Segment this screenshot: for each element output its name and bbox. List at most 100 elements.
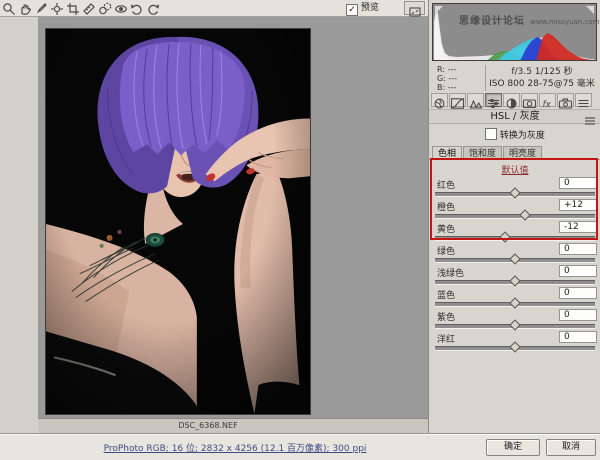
camera-raw-dialog: ✓ 预览 <box>0 0 600 460</box>
r-label: R: <box>437 65 445 74</box>
presets-tab[interactable] <box>575 93 592 107</box>
color-sampler-icon[interactable] <box>50 1 64 15</box>
hsl-slider-value-red[interactable]: 0 <box>559 177 597 189</box>
preview-label: 预览 <box>361 3 379 13</box>
hsl-sliders: 红色 0 橙色 +12 黄色 -12 绿色 0 浅绿色 0 蓝色 0 紫色 0 洋红 0 <box>429 177 600 353</box>
hsl-slider-value-yellow[interactable]: -12 <box>559 221 597 233</box>
hsl-slider-value-green[interactable]: 0 <box>559 243 597 255</box>
watermark-title: 思缘设计论坛 <box>459 16 525 27</box>
exposure-line-1: f/3.5 1/125 秒 <box>487 66 597 78</box>
lens-corrections-tab[interactable] <box>521 93 538 107</box>
fullscreen-toggle-icon <box>409 7 421 17</box>
white-balance-eyedropper-icon[interactable] <box>34 1 48 15</box>
g-value: --- <box>448 74 457 83</box>
hsl-slider-thumb-magenta[interactable] <box>509 341 520 352</box>
hsl-slider-row-aqua: 浅绿色 0 <box>429 265 600 287</box>
hsl-slider-row-orange: 橙色 +12 <box>429 199 600 221</box>
hsl-slider-track-yellow[interactable] <box>435 236 595 241</box>
hsl-slider-track-magenta[interactable] <box>435 346 595 351</box>
hsl-slider-row-purple: 紫色 0 <box>429 309 600 331</box>
tab-saturation[interactable]: 饱和度 <box>463 146 502 159</box>
fullscreen-toggle-button[interactable] <box>404 1 425 15</box>
photo-artwork <box>46 29 310 414</box>
bottom-bar: ProPhoto RGB; 16 位; 2832 x 4256 (12.1 百万… <box>0 433 600 460</box>
exposure-info: f/3.5 1/125 秒 ISO 800 28-75@75 毫米 <box>487 66 597 90</box>
hsl-slider-label-blue: 蓝色 <box>437 288 455 301</box>
cancel-button[interactable]: 取消 <box>546 439 596 456</box>
exposure-line-2: ISO 800 28-75@75 毫米 <box>487 78 597 90</box>
tab-hue[interactable]: 色相 <box>432 146 462 160</box>
hand-tool-icon[interactable] <box>18 1 32 15</box>
rgb-readout: R: --- G: --- B: --- f/3.5 1/125 秒 ISO 8… <box>429 64 600 92</box>
hsl-slider-label-red: 红色 <box>437 178 455 191</box>
hsl-slider-label-green: 绿色 <box>437 244 455 257</box>
red-eye-removal-icon[interactable] <box>114 1 128 15</box>
ok-button[interactable]: 确定 <box>486 439 540 456</box>
hsl-slider-label-magenta: 洋红 <box>437 332 455 345</box>
hsl-slider-value-blue[interactable]: 0 <box>559 287 597 299</box>
panel-menu-icon <box>584 116 596 126</box>
hsl-slider-row-yellow: 黄色 -12 <box>429 221 600 243</box>
crop-tool-icon[interactable] <box>66 1 80 15</box>
hsl-slider-label-aqua: 浅绿色 <box>437 266 464 279</box>
svg-text:fx: fx <box>543 100 552 109</box>
convert-grayscale-checkbox[interactable] <box>485 128 497 140</box>
effects-tab[interactable]: fx <box>539 93 556 107</box>
hsl-slider-thumb-blue[interactable] <box>509 297 520 308</box>
watermark-url: www.missyuan.com <box>530 18 599 26</box>
hsl-slider-track-blue[interactable] <box>435 302 595 307</box>
hsl-slider-value-purple[interactable]: 0 <box>559 309 597 321</box>
camera-calibration-tab[interactable] <box>557 93 574 107</box>
hsl-slider-value-aqua[interactable]: 0 <box>559 265 597 277</box>
hsl-slider-value-orange[interactable]: +12 <box>559 199 597 211</box>
basic-panel-tab[interactable] <box>431 93 448 107</box>
hsl-slider-row-red: 红色 0 <box>429 177 600 199</box>
default-values-link[interactable]: 默认值 <box>501 166 528 176</box>
straighten-tool-icon[interactable] <box>82 1 96 15</box>
hsl-slider-thumb-aqua[interactable] <box>509 275 520 286</box>
preview-checkbox[interactable]: ✓ <box>346 4 358 16</box>
default-link-row: 默认值 <box>429 163 600 176</box>
preview-toggle[interactable]: ✓ 预览 <box>346 2 379 15</box>
hsl-slider-label-orange: 橙色 <box>437 200 455 213</box>
image-filename: DSC_6368.NEF <box>38 419 378 433</box>
rotate-left-icon[interactable] <box>130 1 144 15</box>
workflow-options-link[interactable]: ProPhoto RGB; 16 位; 2832 x 4256 (12.1 百万… <box>104 444 367 454</box>
panel-title: HSL / 灰度 <box>429 109 600 124</box>
tab-luminance[interactable]: 明亮度 <box>503 146 542 159</box>
hsl-slider-track-green[interactable] <box>435 258 595 263</box>
spot-removal-icon[interactable] <box>98 1 112 15</box>
filename-bar: DSC_6368.NEF <box>38 418 428 433</box>
b-value: --- <box>448 83 457 92</box>
hsl-tab-strip: 色相饱和度明亮度 <box>432 146 543 160</box>
tool-tab-strip: fx <box>431 93 593 108</box>
tab-divider <box>429 159 600 160</box>
preview-image[interactable] <box>45 28 311 415</box>
zoom-tool-icon[interactable] <box>2 1 16 15</box>
histogram-panel: 思缘设计论坛 www.missyuan.com <box>432 3 597 61</box>
hsl-slider-track-red[interactable] <box>435 192 595 197</box>
panel-menu-button[interactable] <box>584 111 596 121</box>
hsl-slider-label-yellow: 黄色 <box>437 222 455 235</box>
hsl-slider-track-aqua[interactable] <box>435 280 595 285</box>
hsl-slider-row-blue: 蓝色 0 <box>429 287 600 309</box>
hsl-slider-label-purple: 紫色 <box>437 310 455 323</box>
b-label: B: <box>437 83 445 92</box>
hsl-grayscale-tab[interactable] <box>485 93 502 107</box>
detail-tab[interactable] <box>467 93 484 107</box>
hsl-slider-thumb-green[interactable] <box>509 253 520 264</box>
adjustments-panel: 思缘设计论坛 www.missyuan.com R: --- G: --- B:… <box>428 0 600 433</box>
tone-curve-tab[interactable] <box>449 93 466 107</box>
hsl-slider-track-orange[interactable] <box>435 214 595 219</box>
hsl-slider-thumb-yellow[interactable] <box>500 231 511 242</box>
convert-grayscale-row[interactable]: 转换为灰度 <box>429 128 600 142</box>
hsl-slider-value-magenta[interactable]: 0 <box>559 331 597 343</box>
rotate-right-icon[interactable] <box>146 1 160 15</box>
hsl-slider-thumb-orange[interactable] <box>519 209 530 220</box>
shadow-clipping-indicator[interactable] <box>435 6 443 14</box>
hsl-slider-thumb-purple[interactable] <box>509 319 520 330</box>
hsl-slider-row-green: 绿色 0 <box>429 243 600 265</box>
hsl-slider-thumb-red[interactable] <box>509 187 520 198</box>
split-toning-tab[interactable] <box>503 93 520 107</box>
hsl-slider-track-purple[interactable] <box>435 324 595 329</box>
